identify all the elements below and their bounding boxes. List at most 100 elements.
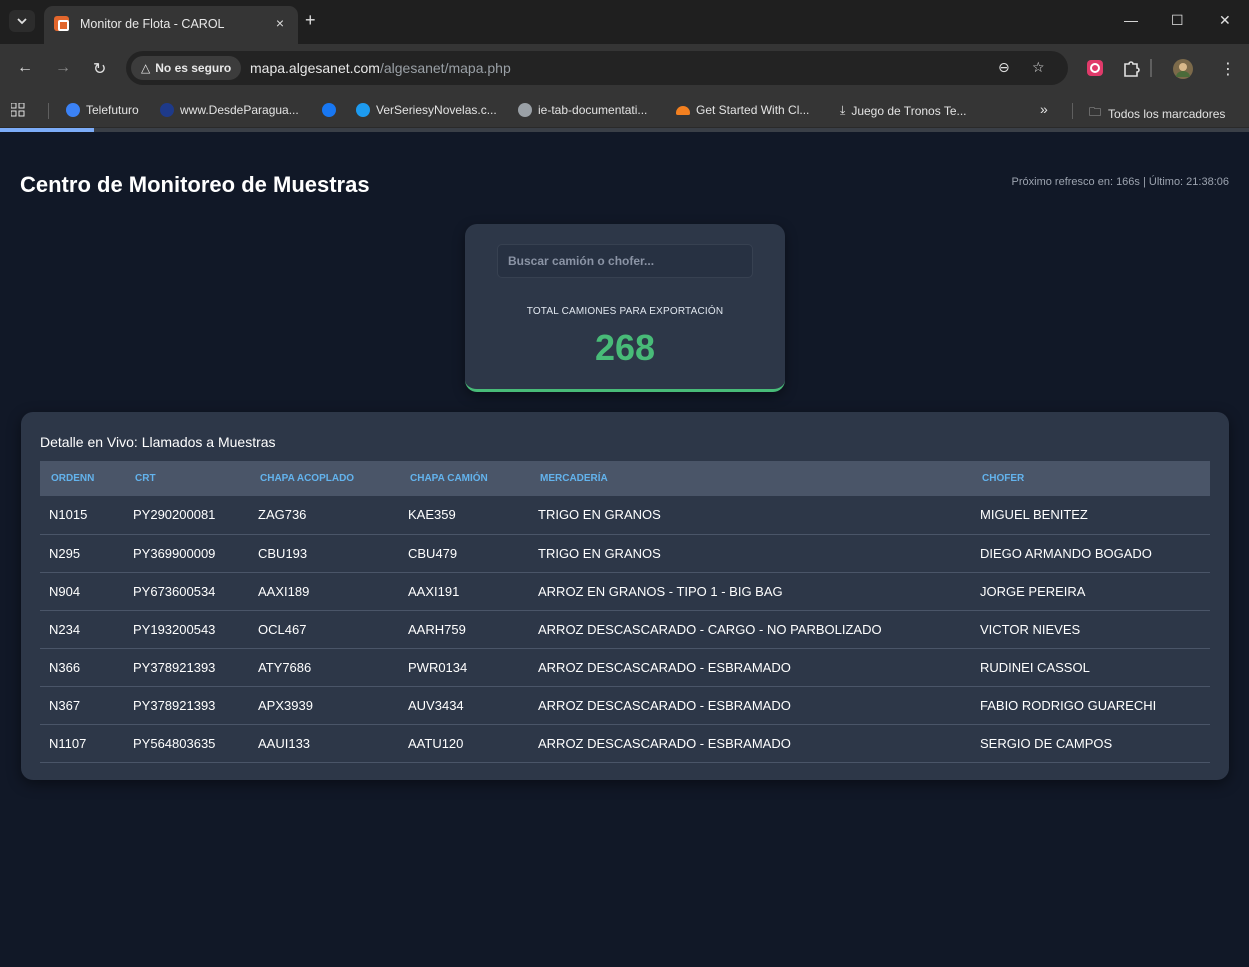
folder-icon: 🗀 <box>1089 105 1102 119</box>
col-header-chofer[interactable]: CHOFER <box>971 461 1210 496</box>
bookmark-cloudflare[interactable]: Get Started With Cl... <box>676 103 809 117</box>
table-row[interactable]: N1015 PY290200081 ZAG736 KAE359 TRIGO EN… <box>40 496 1210 535</box>
cell-orden: N1015 <box>40 496 124 535</box>
extensions-puzzle-icon[interactable] <box>1122 59 1140 77</box>
cell-orden: N366 <box>40 648 124 687</box>
tab-close-button[interactable]: × <box>276 15 284 31</box>
kebab-menu-icon[interactable]: ⋮ <box>1220 59 1236 79</box>
reload-icon[interactable]: ↻ <box>93 59 106 79</box>
table-header-row: ORDENN CRT CHAPA ACOPLADO CHAPA CAMIÓN M… <box>40 461 1210 496</box>
bookmark-ie-tab[interactable]: ie-tab-documentati... <box>518 103 647 117</box>
bookmark-label: VerSeriesyNovelas.c... <box>376 103 497 117</box>
bookmarks-bar: Telefuturo www.DesdeParagua... VerSeries… <box>0 94 1249 128</box>
cell-chapa-camion: CBU479 <box>399 534 529 573</box>
bookmark-facebook[interactable] <box>322 103 342 117</box>
cell-crt: PY193200543 <box>124 610 249 649</box>
table-row[interactable]: N904 PY673600534 AAXI189 AAXI191 ARROZ E… <box>40 572 1210 611</box>
table-row[interactable]: N234 PY193200543 OCL467 AARH759 ARROZ DE… <box>40 610 1210 649</box>
address-bar[interactable]: △ No es seguro mapa.algesanet.com/algesa… <box>126 51 1068 85</box>
cell-mercaderia: ARROZ DESCASCARADO - ESBRAMADO <box>529 686 971 725</box>
tab-search-button[interactable] <box>9 10 35 32</box>
maximize-button[interactable]: ☐ <box>1171 12 1184 29</box>
minimize-button[interactable]: — <box>1124 12 1138 28</box>
browser-toolbar: ← → ↻ △ No es seguro mapa.algesanet.com/… <box>0 44 1249 94</box>
cell-mercaderia: ARROZ DESCASCARADO - CARGO - NO PARBOLIZ… <box>529 610 971 649</box>
cell-mercaderia: ARROZ DESCASCARADO - ESBRAMADO <box>529 724 971 763</box>
stats-label: TOTAL CAMIONES PARA EXPORTACIÓN <box>526 306 724 317</box>
active-tab[interactable]: Monitor de Flota - CAROL × <box>44 6 298 44</box>
close-window-button[interactable]: ✕ <box>1219 12 1231 29</box>
site-icon <box>160 103 174 117</box>
bookmarks-divider <box>48 103 49 119</box>
col-header-chapa-camion[interactable]: CHAPA CAMIÓN <box>399 461 529 496</box>
bookmark-juego-de-tronos[interactable]: ⤓ Juego de Tronos Te... <box>840 103 967 118</box>
bookmark-label: Get Started With Cl... <box>696 103 810 117</box>
bookmark-star-icon[interactable]: ☆ <box>1032 59 1045 76</box>
bookmarks-overflow-button[interactable]: » <box>1040 101 1048 117</box>
search-input[interactable] <box>497 244 753 278</box>
cell-crt: PY369900009 <box>124 534 249 573</box>
cell-chapa-acoplado: ZAG736 <box>249 496 399 535</box>
cell-chapa-camion: PWR0134 <box>399 648 529 687</box>
col-header-crt[interactable]: CRT <box>124 461 249 496</box>
cell-chapa-camion: AARH759 <box>399 610 529 649</box>
extension-icon[interactable] <box>1086 59 1104 77</box>
cell-chapa-acoplado: AAUI133 <box>249 724 399 763</box>
site-icon <box>356 103 370 117</box>
globe-icon <box>66 103 80 117</box>
col-header-mercaderia[interactable]: MERCADERÍA <box>529 461 971 496</box>
bookmark-desdeparaguay[interactable]: www.DesdeParagua... <box>160 103 299 117</box>
cell-crt: PY378921393 <box>124 648 249 687</box>
table-row[interactable]: N367 PY378921393 APX3939 AUV3434 ARROZ D… <box>40 686 1210 725</box>
cell-chapa-acoplado: ATY7686 <box>249 648 399 687</box>
col-header-chapa-acoplado[interactable]: CHAPA ACOPLADO <box>249 461 399 496</box>
bookmark-label: Juego de Tronos Te... <box>851 103 967 118</box>
bookmark-label: Telefuturo <box>86 103 139 117</box>
cloud-icon <box>676 105 690 115</box>
zoom-icon[interactable]: ⊖ <box>998 59 1010 76</box>
forward-arrow-icon[interactable]: → <box>55 59 71 77</box>
cell-orden: N295 <box>40 534 124 573</box>
apps-grid-icon[interactable] <box>11 103 25 117</box>
cell-chapa-camion: AATU120 <box>399 724 529 763</box>
bookmark-label: ie-tab-documentati... <box>538 103 648 117</box>
toolbar-divider <box>1150 59 1152 77</box>
bookmark-telefuturo[interactable]: Telefuturo <box>66 103 139 117</box>
table-row[interactable]: N366 PY378921393 ATY7686 PWR0134 ARROZ D… <box>40 648 1210 687</box>
detail-panel: Detalle en Vivo: Llamados a Muestras ORD… <box>21 412 1229 780</box>
new-tab-button[interactable]: + <box>305 10 316 31</box>
cell-mercaderia: TRIGO EN GRANOS <box>529 496 971 535</box>
cell-chofer: JORGE PEREIRA <box>971 572 1210 611</box>
cell-chofer: DIEGO ARMANDO BOGADO <box>971 534 1210 573</box>
all-bookmarks-folder[interactable]: 🗀 Todos los marcadores <box>1089 103 1225 124</box>
cell-chofer: MIGUEL BENITEZ <box>971 496 1210 535</box>
cell-chapa-acoplado: CBU193 <box>249 534 399 573</box>
cell-orden: N1107 <box>40 724 124 763</box>
bookmark-verseries[interactable]: VerSeriesyNovelas.c... <box>356 103 497 117</box>
cell-crt: PY564803635 <box>124 724 249 763</box>
cell-crt: PY378921393 <box>124 686 249 725</box>
col-header-orden[interactable]: ORDENN <box>40 461 124 496</box>
cell-chapa-acoplado: OCL467 <box>249 610 399 649</box>
chevron-down-icon <box>17 18 27 25</box>
download-icon: ⤓ <box>840 103 846 117</box>
cell-chapa-acoplado: APX3939 <box>249 686 399 725</box>
table-row[interactable]: N1107 PY564803635 AAUI133 AATU120 ARROZ … <box>40 724 1210 763</box>
xampp-favicon-icon <box>54 16 69 31</box>
bookmarks-divider <box>1072 103 1073 119</box>
cell-mercaderia: ARROZ EN GRANOS - TIPO 1 - BIG BAG <box>529 572 971 611</box>
cell-chofer: VICTOR NIEVES <box>971 610 1210 649</box>
tab-strip: Monitor de Flota - CAROL × + — ☐ ✕ <box>0 0 1249 44</box>
page-content: Centro de Monitoreo de Muestras Próximo … <box>0 132 1249 967</box>
avatar[interactable] <box>1173 59 1193 79</box>
url-text[interactable]: mapa.algesanet.com/algesanet/mapa.php <box>250 60 511 76</box>
back-arrow-icon[interactable]: ← <box>17 59 33 77</box>
table-row[interactable]: N295 PY369900009 CBU193 CBU479 TRIGO EN … <box>40 534 1210 573</box>
security-chip[interactable]: △ No es seguro <box>131 56 242 80</box>
refresh-status: Próximo refresco en: 166s | Último: 21:3… <box>1011 176 1229 188</box>
security-label: No es seguro <box>155 61 232 75</box>
cell-chapa-acoplado: AAXI189 <box>249 572 399 611</box>
url-host: mapa.algesanet.com <box>250 60 380 76</box>
all-bookmarks-label: Todos los marcadores <box>1108 106 1226 121</box>
cell-chapa-camion: AAXI191 <box>399 572 529 611</box>
